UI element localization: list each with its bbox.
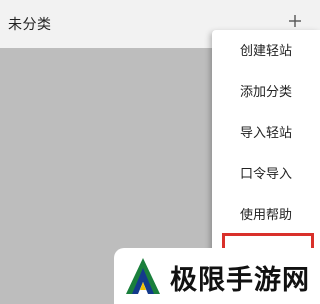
- category-title: 未分类: [8, 17, 52, 33]
- menu-item-help[interactable]: 使用帮助: [212, 196, 320, 236]
- menu-item-code-import[interactable]: 口令导入: [212, 155, 320, 195]
- menu-item-import-site[interactable]: 导入轻站: [212, 114, 320, 154]
- watermark-text: 极限手游网: [170, 265, 310, 296]
- plus-icon[interactable]: [286, 12, 304, 30]
- menu-item-add-category[interactable]: 添加分类: [212, 73, 320, 113]
- menu-item-create-site[interactable]: 创建轻站: [212, 32, 320, 72]
- brand-logo-icon: [124, 256, 162, 298]
- watermark: 极限手游网: [114, 248, 320, 304]
